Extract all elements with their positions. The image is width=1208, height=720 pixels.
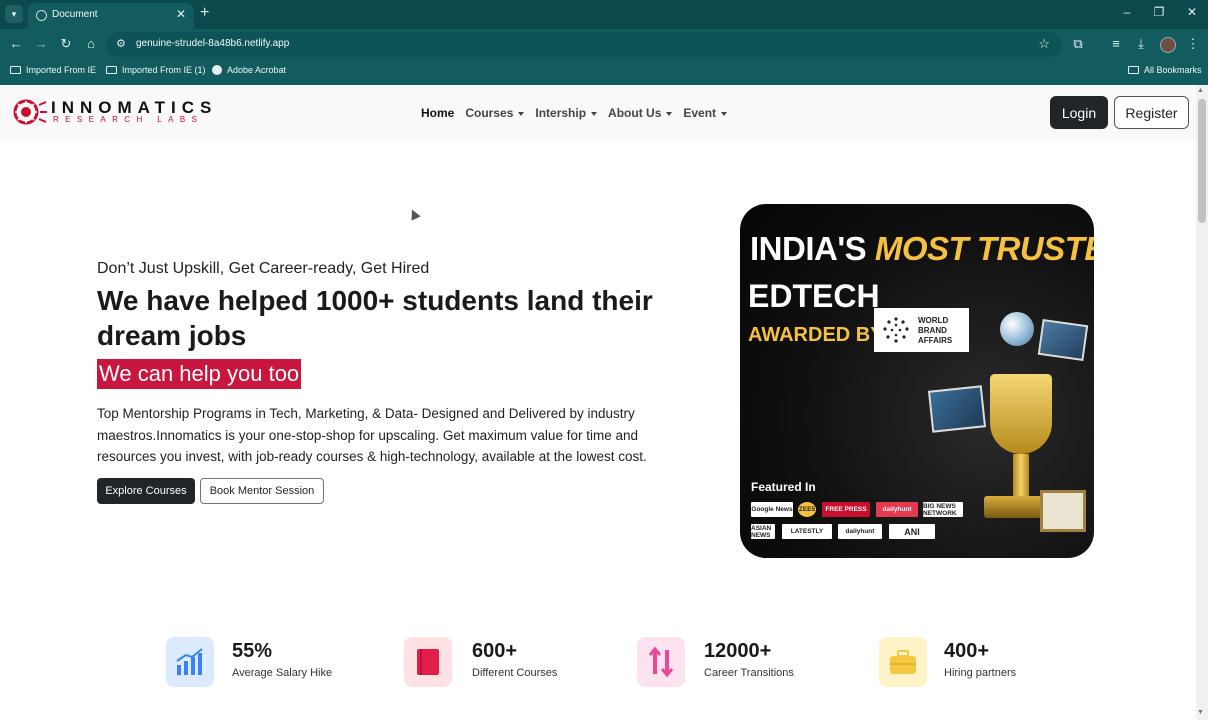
stat-value: 12000+ bbox=[704, 640, 772, 662]
stat-label: Average Salary Hike bbox=[232, 667, 333, 679]
back-icon[interactable]: ← bbox=[8, 36, 24, 51]
extensions-icon[interactable]: ⧉ bbox=[1070, 36, 1086, 52]
web-page: INNOMATICS RESEARCH LABS Home Courses In… bbox=[0, 85, 1196, 720]
nav-internship[interactable]: Intership bbox=[535, 106, 598, 120]
globe-icon bbox=[36, 10, 47, 21]
acrobat-icon bbox=[212, 65, 222, 75]
url-text: genuine-strudel-8a48b6.netlify.app bbox=[136, 38, 290, 49]
trophy-stem bbox=[1013, 454, 1029, 496]
hero-title: We have helped 1000+ students land their… bbox=[97, 285, 653, 351]
featured-logo: ASIAN NEWS bbox=[751, 524, 775, 539]
all-bookmarks[interactable]: All Bookmarks bbox=[1128, 65, 1202, 75]
book-mentor-session-button[interactable]: Book Mentor Session bbox=[200, 478, 324, 504]
tab-title: Document bbox=[52, 9, 98, 20]
site-info-icon[interactable]: ⚙ bbox=[116, 37, 126, 50]
certificate-frame bbox=[1040, 490, 1086, 532]
forward-icon[interactable]: → bbox=[33, 36, 49, 51]
featured-in-label: Featured In bbox=[751, 480, 816, 494]
featured-logo: LATESTLY bbox=[782, 524, 832, 539]
profile-avatar[interactable] bbox=[1160, 37, 1176, 53]
award-photo bbox=[927, 385, 987, 433]
bookmarks-bar: Imported From IE Imported From IE (1) Ad… bbox=[0, 60, 1208, 85]
caret-down-icon bbox=[666, 111, 673, 116]
stat-label: Different Courses bbox=[472, 667, 558, 679]
featured-logo: BIG NEWS NETWORK bbox=[923, 502, 963, 517]
explore-courses-button[interactable]: Explore Courses bbox=[97, 478, 195, 504]
hero-highlight: We can help you too bbox=[97, 359, 302, 389]
site-logo[interactable]: INNOMATICS RESEARCH LABS bbox=[13, 97, 213, 129]
nav-about-us[interactable]: About Us bbox=[608, 106, 673, 120]
tab-search-icon[interactable]: ▾ bbox=[5, 5, 23, 23]
nav-courses[interactable]: Courses bbox=[465, 106, 525, 120]
award-banner-image: INDIA'S MOST TRUSTED EDTECH AWARDED BY W… bbox=[740, 204, 1094, 558]
register-button[interactable]: Register bbox=[1114, 96, 1189, 129]
scroll-thumb[interactable] bbox=[1198, 99, 1206, 223]
bookmark-star-icon[interactable]: ☆ bbox=[1038, 36, 1050, 52]
folder-icon bbox=[10, 66, 21, 74]
bookmark-adobe-acrobat[interactable]: Adobe Acrobat bbox=[212, 65, 286, 75]
download-icon[interactable]: ⤓ bbox=[1133, 36, 1149, 52]
logo-subtitle: RESEARCH LABS bbox=[53, 115, 204, 124]
folder-icon bbox=[106, 66, 117, 74]
banner-headline: INDIA'S MOST TRUSTED bbox=[750, 230, 1094, 267]
stat-label: Hiring partners bbox=[944, 667, 1017, 679]
featured-logo: Google News bbox=[751, 502, 793, 517]
award-photo bbox=[1037, 318, 1089, 362]
featured-logo: ANI bbox=[889, 524, 935, 539]
folder-icon bbox=[1128, 66, 1139, 74]
book-icon bbox=[404, 637, 452, 687]
stat-label: Career Transitions bbox=[704, 667, 794, 679]
main-menu: Home Courses Intership About Us Event bbox=[421, 106, 728, 120]
browser-tab-bar: ▾ Document ✕ + – ❐ ✕ bbox=[0, 0, 1208, 29]
window-close-icon[interactable]: ✕ bbox=[1182, 5, 1202, 19]
stat-value: 400+ bbox=[944, 640, 990, 662]
nav-home[interactable]: Home bbox=[421, 106, 454, 120]
featured-logo: FREE PRESS bbox=[822, 502, 870, 517]
close-tab-icon[interactable]: ✕ bbox=[176, 7, 186, 21]
stat-value: 600+ bbox=[472, 640, 518, 662]
home-icon[interactable]: ⌂ bbox=[83, 36, 99, 51]
menu-kebab-icon[interactable]: ⋮ bbox=[1185, 36, 1201, 52]
trophy-icon bbox=[990, 374, 1052, 454]
reload-icon[interactable]: ↻ bbox=[58, 36, 74, 52]
url-field[interactable]: ⚙ genuine-strudel-8a48b6.netlify.app ☆ bbox=[106, 32, 1062, 57]
trophy-globe bbox=[1000, 312, 1034, 346]
caret-down-icon bbox=[518, 111, 525, 116]
stat-value: 55% bbox=[232, 640, 273, 662]
new-tab-icon[interactable]: + bbox=[200, 4, 209, 22]
address-bar: ← → ↻ ⌂ ⚙ genuine-strudel-8a48b6.netlify… bbox=[0, 29, 1208, 60]
browser-tab[interactable]: Document ✕ bbox=[28, 3, 194, 29]
featured-logo: ZEE5 bbox=[798, 502, 816, 517]
bookmark-imported-ie-1[interactable]: Imported From IE (1) bbox=[106, 65, 206, 75]
minimize-icon[interactable]: – bbox=[1117, 5, 1137, 19]
bookmark-imported-ie[interactable]: Imported From IE bbox=[10, 65, 96, 75]
login-button[interactable]: Login bbox=[1050, 96, 1108, 129]
world-brand-affairs-logo: WORLD BRAND AFFAIRS bbox=[874, 308, 969, 352]
transition-icon bbox=[637, 637, 685, 687]
logo-mark-icon bbox=[13, 99, 47, 125]
mouse-cursor bbox=[407, 207, 421, 221]
site-navbar: INNOMATICS RESEARCH LABS Home Courses In… bbox=[0, 85, 1196, 141]
media-icon[interactable]: ≡ bbox=[1108, 36, 1124, 51]
hero-kicker: Don’t Just Upskill, Get Career-ready, Ge… bbox=[97, 260, 430, 277]
wba-dots-icon bbox=[883, 317, 909, 343]
banner-awarded-by: AWARDED BY bbox=[748, 324, 884, 346]
scroll-up-icon[interactable]: ▲ bbox=[1197, 87, 1204, 94]
restore-icon[interactable]: ❐ bbox=[1149, 5, 1169, 19]
caret-down-icon bbox=[721, 111, 728, 116]
banner-edtech: EDTECH bbox=[748, 278, 880, 314]
featured-logo: dailyhunt bbox=[876, 502, 918, 517]
caret-down-icon bbox=[591, 111, 598, 116]
hero-description: Top Mentorship Programs in Tech, Marketi… bbox=[97, 406, 647, 464]
scroll-down-icon[interactable]: ▼ bbox=[1197, 709, 1204, 716]
featured-logo: dailyhunt bbox=[838, 524, 882, 539]
page-scrollbar[interactable]: ▲ ▼ bbox=[1196, 85, 1208, 720]
nav-event[interactable]: Event bbox=[683, 106, 728, 120]
chart-icon bbox=[166, 637, 214, 687]
briefcase-icon bbox=[879, 637, 927, 687]
